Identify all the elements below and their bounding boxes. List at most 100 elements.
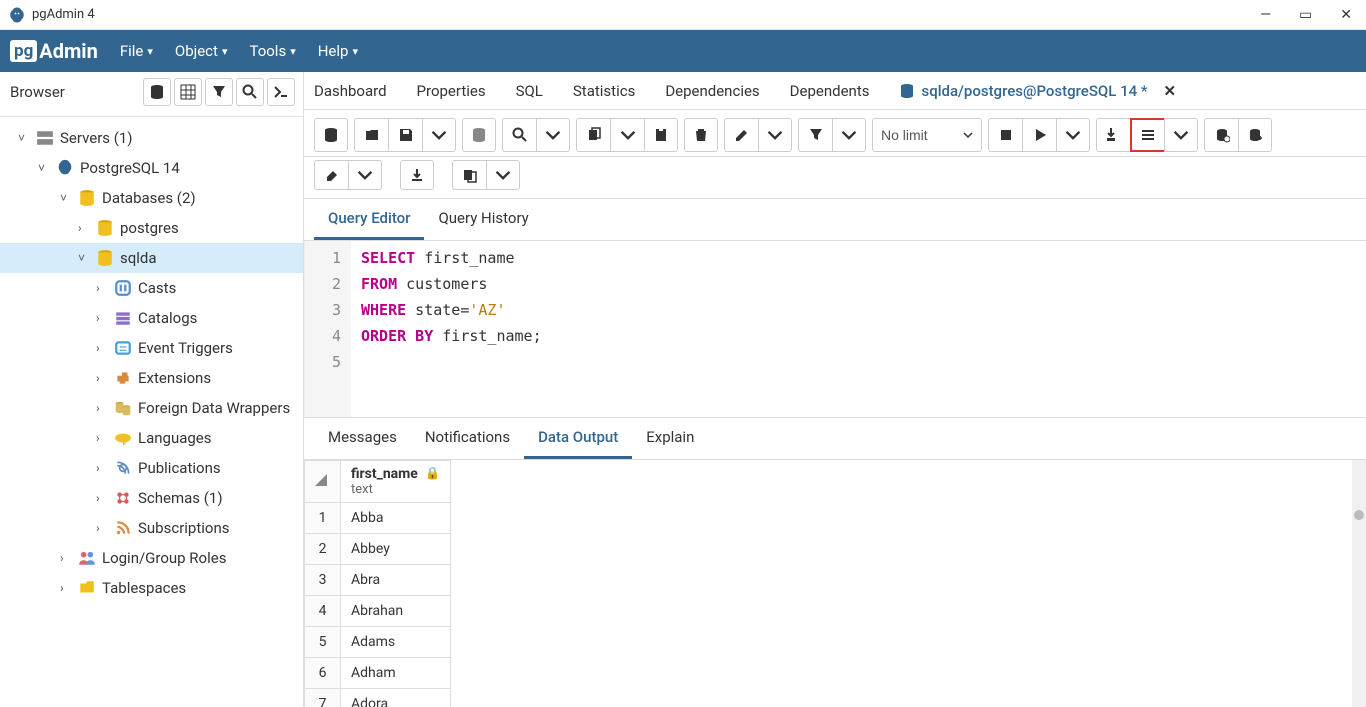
tree-node-postgres[interactable]: ›postgres: [0, 213, 303, 243]
tb-commit[interactable]: [1096, 118, 1130, 152]
cell[interactable]: Adams: [341, 627, 451, 658]
browser-tool-search[interactable]: [236, 78, 264, 106]
row-num[interactable]: 4: [305, 596, 341, 627]
tb-delete[interactable]: [684, 118, 718, 152]
tab-properties[interactable]: Properties: [413, 74, 490, 108]
tree-node-languages[interactable]: ›Languages: [0, 423, 303, 453]
cell[interactable]: Adham: [341, 658, 451, 689]
tb-download[interactable]: [400, 160, 434, 190]
editor[interactable]: 1 2 3 4 5 SELECT first_name FROM custome…: [304, 241, 1366, 417]
scrollbar[interactable]: [1352, 460, 1366, 707]
tab-statistics[interactable]: Statistics: [569, 74, 639, 108]
tb-explain[interactable]: [1130, 118, 1164, 152]
tb-stop[interactable]: [988, 118, 1022, 152]
cell[interactable]: Abba: [341, 503, 451, 534]
close-icon[interactable]: ✕: [1164, 82, 1177, 100]
menu-help[interactable]: Help▾: [318, 42, 358, 60]
tb-filter[interactable]: [798, 118, 832, 152]
win-close[interactable]: ✕: [1334, 7, 1358, 23]
titlebar: pgAdmin 4 — ▭ ✕: [0, 0, 1366, 30]
tb-copy[interactable]: [576, 118, 610, 152]
tb-connection[interactable]: [314, 118, 348, 152]
row-num[interactable]: 2: [305, 534, 341, 565]
tb-scratch[interactable]: [452, 160, 486, 190]
lock-icon: 🔒: [425, 466, 440, 480]
output-tabs: Messages Notifications Data Output Expla…: [304, 417, 1366, 460]
tree-node-databases[interactable]: ˅Databases (2): [0, 183, 303, 213]
tb-macro2[interactable]: [1238, 118, 1272, 152]
cell[interactable]: Abra: [341, 565, 451, 596]
caret-right-icon: ›: [96, 491, 108, 505]
tb-scratch-dd[interactable]: [486, 160, 520, 190]
cell[interactable]: Abbey: [341, 534, 451, 565]
tree-node-publications[interactable]: ›Publications: [0, 453, 303, 483]
tab-dependencies[interactable]: Dependencies: [661, 74, 763, 108]
tb-paste[interactable]: [644, 118, 678, 152]
logo: pgAdmin: [10, 39, 98, 63]
menu-tools[interactable]: Tools▾: [249, 42, 295, 60]
cell[interactable]: Adora: [341, 689, 451, 707]
tree-node-casts[interactable]: ›Casts: [0, 273, 303, 303]
tb-save-dd[interactable]: [422, 118, 456, 152]
tb-limit[interactable]: No limit: [872, 118, 982, 152]
row-num[interactable]: 7: [305, 689, 341, 707]
chevron-down-icon: ▾: [352, 45, 358, 58]
tb-explain-dd[interactable]: [1164, 118, 1198, 152]
tb-db-save[interactable]: [462, 118, 496, 152]
menu-object[interactable]: Object▾: [175, 42, 228, 60]
tree-node-event-triggers[interactable]: ›Event Triggers: [0, 333, 303, 363]
tb-eraser-dd[interactable]: [348, 160, 382, 190]
otab-explain[interactable]: Explain: [632, 418, 708, 459]
row-num[interactable]: 1: [305, 503, 341, 534]
row-num[interactable]: 5: [305, 627, 341, 658]
tb-execute-dd[interactable]: [1056, 118, 1090, 152]
tab-query-tool[interactable]: sqlda/postgres@PostgreSQL 14 * ✕: [895, 74, 1180, 108]
tb-open[interactable]: [354, 118, 388, 152]
database-icon: [899, 83, 915, 99]
otab-data[interactable]: Data Output: [524, 418, 632, 459]
otab-notifications[interactable]: Notifications: [411, 418, 524, 459]
tab-dashboard[interactable]: Dashboard: [310, 74, 391, 108]
tab-dependents[interactable]: Dependents: [786, 74, 874, 108]
tb-save[interactable]: [388, 118, 422, 152]
chevron-down-icon: ▾: [290, 45, 296, 58]
win-maximize[interactable]: ▭: [1293, 7, 1318, 23]
browser-tool-db[interactable]: [143, 78, 171, 106]
qtab-history[interactable]: Query History: [424, 199, 542, 240]
tb-search[interactable]: [502, 118, 536, 152]
tree-node-schemas[interactable]: ›Schemas (1): [0, 483, 303, 513]
caret-down-icon: ˅: [18, 131, 30, 145]
tree-node-fdw[interactable]: ›Foreign Data Wrappers: [0, 393, 303, 423]
browser-tool-grid[interactable]: [174, 78, 202, 106]
tree-node-servers[interactable]: ˅Servers (1): [0, 123, 303, 153]
caret-right-icon: ›: [96, 281, 108, 295]
tb-eraser[interactable]: [314, 160, 348, 190]
tree-node-sqlda[interactable]: ˅sqlda: [0, 243, 303, 273]
tb-macro1[interactable]: [1204, 118, 1238, 152]
tb-execute[interactable]: [1022, 118, 1056, 152]
tb-edit[interactable]: [724, 118, 758, 152]
tree-node-login-roles[interactable]: ›Login/Group Roles: [0, 543, 303, 573]
row-num[interactable]: 3: [305, 565, 341, 596]
tb-search-dd[interactable]: [536, 118, 570, 152]
otab-messages[interactable]: Messages: [314, 418, 411, 459]
row-num[interactable]: 6: [305, 658, 341, 689]
qtab-editor[interactable]: Query Editor: [314, 199, 424, 240]
col-header-firstname[interactable]: first_name🔒 text: [341, 461, 451, 503]
menu-file[interactable]: File▾: [120, 42, 153, 60]
tb-copy-dd[interactable]: [610, 118, 644, 152]
tab-sql[interactable]: SQL: [512, 74, 547, 108]
browser-tool-terminal[interactable]: [267, 78, 295, 106]
tree-node-tablespaces[interactable]: ›Tablespaces: [0, 573, 303, 603]
code-area[interactable]: SELECT first_name FROM customers WHERE s…: [351, 241, 1366, 417]
cell[interactable]: Abrahan: [341, 596, 451, 627]
tree-node-extensions[interactable]: ›Extensions: [0, 363, 303, 393]
tree-node-subscriptions[interactable]: ›Subscriptions: [0, 513, 303, 543]
tree-node-catalogs[interactable]: ›Catalogs: [0, 303, 303, 333]
tb-edit-dd[interactable]: [758, 118, 792, 152]
browser-tool-filter[interactable]: [205, 78, 233, 106]
tree-node-server[interactable]: ˅PostgreSQL 14: [0, 153, 303, 183]
grid-corner[interactable]: [305, 461, 341, 503]
win-minimize[interactable]: —: [1254, 7, 1277, 23]
tb-filter-dd[interactable]: [832, 118, 866, 152]
